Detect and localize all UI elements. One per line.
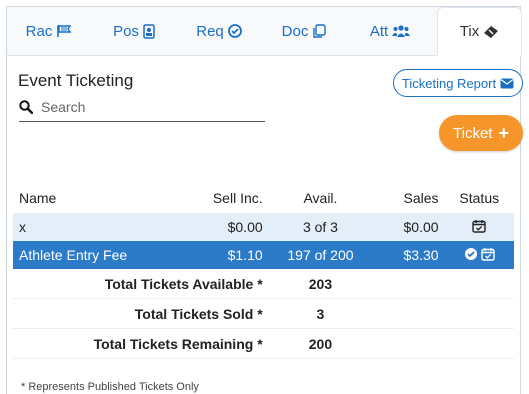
plus-icon: + xyxy=(498,122,509,143)
search-icon xyxy=(19,100,33,114)
add-ticket-button[interactable]: Ticket + xyxy=(439,115,523,151)
search-field xyxy=(19,93,265,122)
calendar-check-icon xyxy=(481,247,495,264)
report-button-label: Ticketing Report xyxy=(401,75,497,91)
ticket-sales: $0.00 xyxy=(372,213,445,241)
total-sold-label: Total Tickets Sold * xyxy=(13,298,269,329)
ticket-name: x xyxy=(13,213,186,241)
ticket-sales: $3.30 xyxy=(372,241,445,269)
copy-icon xyxy=(312,23,327,39)
header-name[interactable]: Name xyxy=(13,183,186,213)
check-circle-icon xyxy=(464,247,478,264)
tab-label: Pos xyxy=(113,22,139,40)
id-badge-icon xyxy=(143,23,155,39)
flag-icon xyxy=(56,24,72,38)
ticket-button-label: Ticket xyxy=(453,124,493,142)
total-available-row: Total Tickets Available * 203 xyxy=(13,269,514,299)
total-remaining-label: Total Tickets Remaining * xyxy=(13,328,269,359)
tab-label: Att xyxy=(369,22,389,40)
users-icon xyxy=(392,24,411,38)
ticket-status xyxy=(444,241,514,269)
tab-tix[interactable]: Tix xyxy=(437,7,522,56)
tab-label: Req xyxy=(196,22,224,40)
total-remaining-row: Total Tickets Remaining * 200 xyxy=(13,328,514,359)
ticket-avail: 197 of 200 xyxy=(268,241,373,269)
ticket-sell: $0.00 xyxy=(185,213,269,241)
total-sold-value: 3 xyxy=(268,298,373,329)
ticket-name: Athlete Entry Fee xyxy=(13,241,186,269)
total-sold-row: Total Tickets Sold * 3 xyxy=(13,298,514,329)
ticket-sell: $1.10 xyxy=(185,241,269,269)
table-row[interactable]: x $0.00 3 of 3 $0.00 xyxy=(13,213,514,241)
tab-att[interactable]: Att xyxy=(347,7,433,55)
footnote: * Represents Published Tickets Only xyxy=(21,381,199,393)
table-header-row: Name Sell Inc. Avail. Sales Status xyxy=(13,183,514,213)
header-status[interactable]: Status xyxy=(445,183,514,213)
search-input[interactable] xyxy=(39,98,253,116)
tab-rac[interactable]: Rac xyxy=(7,7,91,55)
tab-label: Doc xyxy=(281,22,309,40)
ticket-icon xyxy=(483,25,499,39)
calendar-check-icon xyxy=(472,219,486,236)
tickets-table: Name Sell Inc. Avail. Sales Status x $0.… xyxy=(13,183,514,359)
ticketing-report-button[interactable]: Ticketing Report xyxy=(393,69,523,97)
tab-req[interactable]: Req xyxy=(177,7,261,55)
tab-bar: Rac Pos Req Doc Att Tix xyxy=(7,7,522,56)
total-available-label: Total Tickets Available * xyxy=(13,269,269,299)
tab-label: Tix xyxy=(459,23,480,40)
ticket-avail: 3 of 3 xyxy=(268,213,373,241)
header-sell[interactable]: Sell Inc. xyxy=(186,183,269,213)
table-row[interactable]: Athlete Entry Fee $1.10 197 of 200 $3.30 xyxy=(13,241,514,269)
total-available-value: 203 xyxy=(268,269,373,299)
header-avail[interactable]: Avail. xyxy=(269,183,373,213)
tab-pos[interactable]: Pos xyxy=(91,7,177,55)
tab-label: Rac xyxy=(25,22,53,40)
envelope-icon xyxy=(500,78,514,89)
header-sales[interactable]: Sales xyxy=(372,183,444,213)
page-title: Event Ticketing xyxy=(18,71,134,90)
ticketing-panel: Rac Pos Req Doc Att Tix Event Ticketing … xyxy=(6,6,523,394)
total-remaining-value: 200 xyxy=(268,328,373,359)
check-circle-icon xyxy=(227,24,242,38)
tab-doc[interactable]: Doc xyxy=(261,7,347,55)
ticket-status xyxy=(444,213,514,241)
